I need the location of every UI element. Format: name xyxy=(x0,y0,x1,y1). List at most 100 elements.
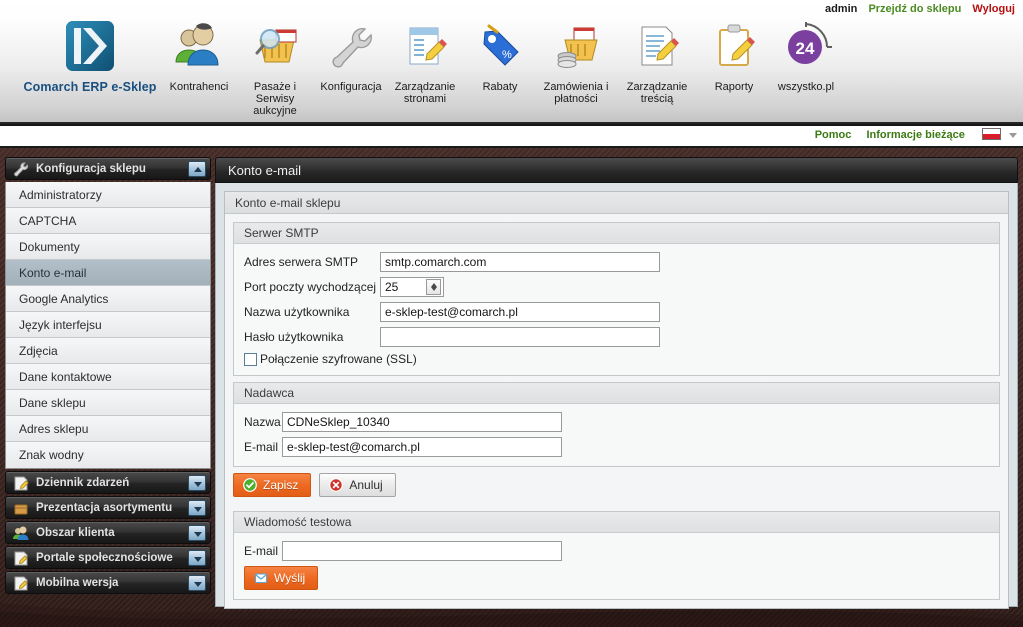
sender-legend: Nadawca xyxy=(234,383,999,404)
test-email-input[interactable] xyxy=(282,541,562,561)
sender-email-input[interactable] xyxy=(282,437,562,457)
test-message-fieldset: Wiadomość testowa E-mail Wyślij xyxy=(233,511,1000,600)
sender-body: Nazwa E-mail xyxy=(234,404,999,466)
sidebar-item-dane-kontaktowe[interactable]: Dane kontaktowe xyxy=(6,364,210,390)
sidebar-item-jezyk-interfejsu[interactable]: Język interfejsu xyxy=(6,312,210,338)
stepper-buttons[interactable] xyxy=(426,279,441,295)
smtp-port-stepper[interactable] xyxy=(380,277,444,297)
nav-item-kontrahenci[interactable]: Kontrahenci xyxy=(163,18,235,93)
sidebar-item-konto-e-mail[interactable]: Konto e-mail xyxy=(6,260,210,286)
smtp-username-input[interactable] xyxy=(380,302,660,322)
save-button[interactable]: Zapisz xyxy=(233,473,312,497)
page-title: Konto e-mail xyxy=(215,157,1018,183)
smtp-body: Adres serwera SMTP Port poczty wychodząc… xyxy=(234,244,999,375)
chevron-down-icon[interactable] xyxy=(188,500,206,516)
24-circle-icon: 24 xyxy=(769,18,843,76)
sidebar-item-administratorzy[interactable]: Administratorzy xyxy=(6,182,210,208)
sidebar-item-google-analytics[interactable]: Google Analytics xyxy=(6,286,210,312)
sidebar-item-dokumenty[interactable]: Dokumenty xyxy=(6,234,210,260)
clipboard-pencil-icon xyxy=(699,18,769,76)
nav-item-label: Rabaty xyxy=(482,81,518,93)
current-info-link[interactable]: Informacje bieżące xyxy=(866,129,964,141)
wrench-icon xyxy=(12,161,30,178)
svg-text:%: % xyxy=(502,49,512,61)
sidebar-group-mobilna-wersja[interactable]: Mobilna wersja xyxy=(5,571,211,594)
nav-item-zarzadzanie-stronami[interactable]: Zarządzanie stronami xyxy=(389,18,461,105)
send-test-button[interactable]: Wyślij xyxy=(244,566,319,590)
users-icon xyxy=(163,18,235,76)
sender-name-row: Nazwa xyxy=(244,412,989,432)
save-button-label: Zapisz xyxy=(263,478,299,492)
document-edit-icon xyxy=(620,18,694,76)
smtp-password-label: Hasło użytkownika xyxy=(244,330,344,344)
note-pencil-icon xyxy=(12,575,30,592)
test-message-legend: Wiadomość testowa xyxy=(234,512,999,533)
stepper-down-icon[interactable] xyxy=(431,287,437,291)
nav-item-pasaze-i-serwisy-aukcyjne[interactable]: Pasaże i Serwisy aukcyjne xyxy=(235,18,315,117)
sender-fieldset: Nadawca Nazwa E-mail xyxy=(233,382,1000,467)
notebook-icon xyxy=(12,475,30,492)
smtp-port-label: Port poczty wychodzącej xyxy=(244,280,377,294)
comarch-logo-icon xyxy=(20,18,160,76)
chevron-down-icon[interactable] xyxy=(188,575,206,591)
sidebar-group-dziennik-zdarzen[interactable]: Dziennik zdarzeń xyxy=(5,471,211,494)
sidebar-group-konfiguracja-sklepu[interactable]: Konfiguracja sklepu xyxy=(5,157,211,180)
sidebar-item-dane-sklepu[interactable]: Dane sklepu xyxy=(6,390,210,416)
note-pencil-icon xyxy=(12,550,30,567)
sidebar-group-title: Mobilna wersja xyxy=(36,577,119,589)
smtp-fieldset: Serwer SMTP Adres serwera SMTP Port pocz… xyxy=(233,222,1000,376)
sidebar-group-title: Prezentacja asortymentu xyxy=(36,502,173,514)
chevron-up-icon[interactable] xyxy=(188,161,206,177)
sidebar-item-znak-wodny[interactable]: Znak wodny xyxy=(6,442,210,468)
ssl-checkbox[interactable] xyxy=(244,352,257,366)
smtp-username-row: Nazwa użytkownika xyxy=(244,302,989,322)
sidebar-item-zdjecia[interactable]: Zdjęcia xyxy=(6,338,210,364)
sidebar-group-title: Portale społecznościowe xyxy=(36,552,173,564)
help-link[interactable]: Pomoc xyxy=(815,129,852,141)
box-icon xyxy=(12,500,30,517)
nav-item-label: Comarch ERP e-Sklep xyxy=(23,80,157,94)
nav-item-label: Zamówienia i płatności xyxy=(543,81,609,105)
sub-header-divider xyxy=(0,146,1023,148)
nav-item-label: wszystko.pl xyxy=(777,81,835,93)
sidebar-group-prezentacja-asortymentu[interactable]: Prezentacja asortymentu xyxy=(5,496,211,519)
nav-item-zarzadzanie-trescia[interactable]: Zarządzanie treścią xyxy=(620,18,694,105)
nav-item-wszystko-pl[interactable]: 24 wszystko.pl xyxy=(769,18,843,93)
cancel-button[interactable]: Anuluj xyxy=(319,473,396,497)
basket-search-icon xyxy=(235,18,315,76)
page-edit-icon xyxy=(389,18,461,76)
send-test-button-label: Wyślij xyxy=(274,571,306,585)
test-email-label: E-mail xyxy=(244,544,279,558)
sidebar-item-captcha[interactable]: CAPTCHA xyxy=(6,208,210,234)
chevron-down-icon[interactable] xyxy=(188,525,206,541)
nav-item-konfiguracja[interactable]: Konfiguracja xyxy=(315,18,387,93)
sidebar-group-portale-spolecznosciowe[interactable]: Portale społecznościowe xyxy=(5,546,211,569)
nav-item-label: Kontrahenci xyxy=(169,81,229,93)
test-message-body: E-mail Wyślij xyxy=(234,533,999,599)
basket-coins-icon xyxy=(537,18,615,76)
smtp-server-input[interactable] xyxy=(380,252,660,272)
sidebar-item-adres-sklepu[interactable]: Adres sklepu xyxy=(6,416,210,442)
chevron-down-icon[interactable] xyxy=(188,475,206,491)
test-actions: Wyślij xyxy=(244,566,989,590)
nav-item-raporty[interactable]: Raporty xyxy=(699,18,769,93)
smtp-password-input[interactable] xyxy=(380,327,660,347)
ssl-row: Połączenie szyfrowane (SSL) xyxy=(244,352,989,366)
smtp-legend: Serwer SMTP xyxy=(234,223,999,244)
nav-item-comarch-erp-e-sklep[interactable]: Comarch ERP e-Sklep xyxy=(20,18,160,94)
nav-item-rabaty[interactable]: % Rabaty xyxy=(465,18,535,93)
sidebar-group-obszar-klienta[interactable]: Obszar klienta xyxy=(5,521,211,544)
sender-name-input[interactable] xyxy=(282,412,562,432)
chevron-down-icon[interactable] xyxy=(188,550,206,566)
svg-text:24: 24 xyxy=(796,39,815,58)
check-circle-icon xyxy=(243,478,257,492)
sidebar-group-title: Obszar klienta xyxy=(36,527,115,539)
nav-item-zamowienia-i-platnosci[interactable]: Zamówienia i płatności xyxy=(537,18,615,105)
chevron-down-icon[interactable] xyxy=(1009,133,1017,138)
wrench-icon xyxy=(315,18,387,76)
nav-item-label: Raporty xyxy=(714,81,754,93)
email-account-panel: Konto e-mail sklepu Serwer SMTP Adres se… xyxy=(224,191,1009,609)
sender-email-label: E-mail xyxy=(244,440,279,454)
pl-flag-icon[interactable] xyxy=(981,128,1001,140)
nav-item-label: Zarządzanie treścią xyxy=(626,81,688,105)
